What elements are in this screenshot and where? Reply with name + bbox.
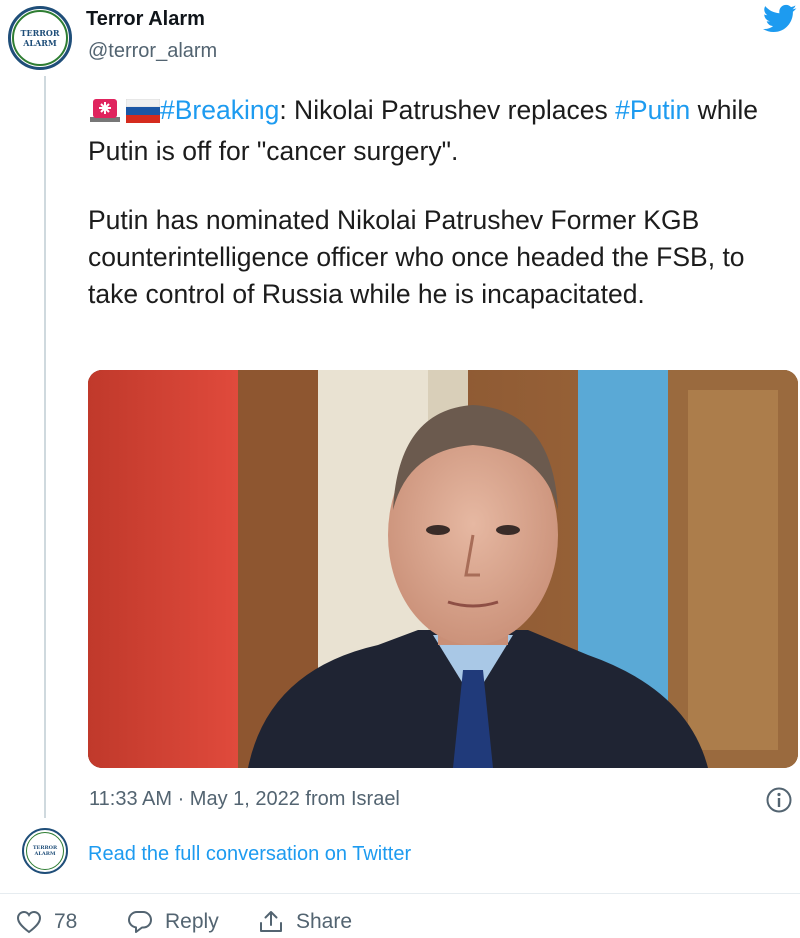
thread-line <box>44 76 46 818</box>
read-full-conversation-link[interactable]: Read the full conversation on Twitter <box>88 843 411 866</box>
avatar-logo: TERROR ALARM <box>26 832 64 870</box>
reply-icon <box>128 911 152 933</box>
hashtag-putin-link[interactable]: #Putin <box>615 95 690 125</box>
avatar-logo: TERROR ALARM <box>12 10 68 66</box>
tweet-text-segment: : Nikolai Patrushev replaces <box>279 95 616 125</box>
tweet-paragraph-1: #Breaking: Nikolai Patrushev replaces #P… <box>88 92 788 170</box>
avatar[interactable]: TERROR ALARM <box>8 6 72 70</box>
share-button[interactable]: Share <box>258 910 352 934</box>
like-count: 78 <box>54 910 78 933</box>
divider <box>0 893 800 894</box>
heart-icon <box>16 910 42 934</box>
avatar-text-top: TERROR <box>20 28 60 38</box>
avatar-text-bottom: ALARM <box>23 38 57 48</box>
reply-label: Reply <box>165 910 219 933</box>
info-icon[interactable] <box>765 786 793 819</box>
police-car-light-icon <box>88 95 122 133</box>
hashtag-breaking-link[interactable]: #Breaking <box>160 95 279 125</box>
twitter-bird-icon[interactable] <box>762 4 797 39</box>
tweet-text: #Breaking: Nikolai Patrushev replaces #P… <box>88 92 788 313</box>
tweet-timestamp[interactable]: 11:33 AM · May 1, 2022 from Israel <box>89 788 400 811</box>
account-name[interactable]: Terror Alarm <box>86 8 205 31</box>
account-handle[interactable]: @terror_alarm <box>88 40 217 63</box>
reply-button[interactable]: Reply <box>127 910 219 934</box>
tweet-paragraph-2: Putin has nominated Nikolai Patrushev Fo… <box>88 205 745 309</box>
avatar-small[interactable]: TERROR ALARM <box>22 828 68 874</box>
avatar-text-bottom: ALARM <box>34 850 56 857</box>
like-button[interactable]: 78 <box>16 910 77 934</box>
share-label: Share <box>296 910 353 933</box>
share-icon <box>260 911 282 932</box>
tweet-photo[interactable] <box>88 370 798 768</box>
avatar-text-top: TERROR <box>32 844 58 851</box>
russia-flag-icon <box>125 96 161 133</box>
